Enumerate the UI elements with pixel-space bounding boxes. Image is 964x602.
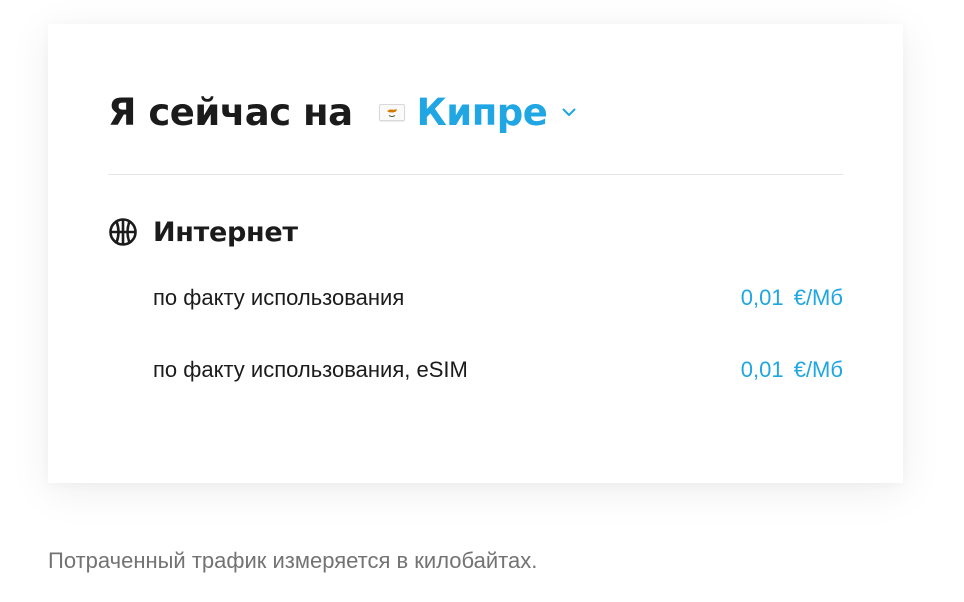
country-name[interactable]: Кипре [417, 91, 548, 134]
rate-price: 0,01 €/Мб [740, 357, 843, 382]
location-title: Я сейчас на [108, 90, 353, 134]
traffic-footnote: Потраченный трафик измеряется в килобайт… [48, 548, 538, 573]
country-selector[interactable]: Кипре [378, 91, 578, 134]
rate-row: по факту использования 0,01 €/Мб [153, 283, 843, 313]
globe-icon [108, 217, 138, 247]
rate-label: по факту использования [153, 285, 405, 310]
internet-section-title: Интернет [153, 216, 298, 248]
chevron-down-icon[interactable] [561, 104, 577, 120]
internet-section-header: Интернет [108, 214, 298, 250]
divider [108, 174, 843, 175]
rate-row: по факту использования, eSIM 0,01 €/Мб [153, 355, 843, 385]
cyprus-flag-icon [378, 103, 405, 121]
rate-label: по факту использования, eSIM [153, 357, 468, 382]
location-header: Я сейчас на Кипре [108, 86, 577, 138]
roaming-card: Я сейчас на Кипре Интернет по факту испо… [48, 24, 903, 483]
rate-price: 0,01 €/Мб [740, 285, 843, 310]
page: Я сейчас на Кипре Интернет по факту испо… [0, 0, 964, 602]
